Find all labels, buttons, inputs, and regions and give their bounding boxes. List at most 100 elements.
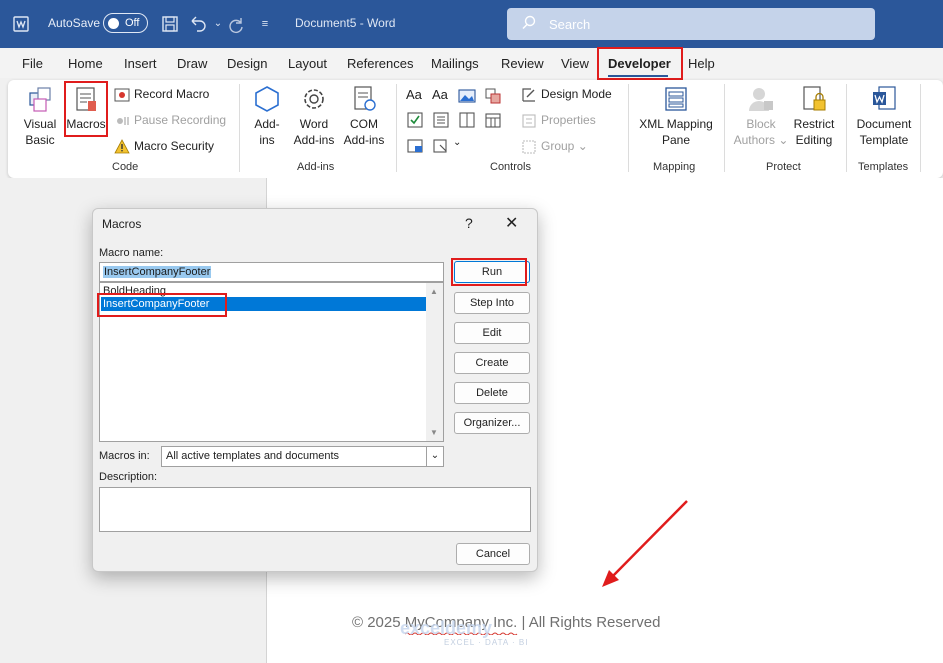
word-addins-label-2: Add-ins: [293, 133, 335, 147]
ribbon-separator: [396, 84, 397, 172]
ribbon-separator: [920, 84, 921, 172]
ribbon-separator: [628, 84, 629, 172]
protect-group-label: Protect: [766, 161, 801, 173]
document-template-button[interactable]: Document Template: [851, 84, 917, 148]
controls-group-label: Controls: [490, 161, 531, 173]
pause-icon: [117, 117, 129, 125]
addins-icon: [255, 86, 279, 112]
addins-label-1: Add-: [254, 117, 280, 131]
tab-layout[interactable]: Layout: [288, 56, 327, 71]
block-authors-button[interactable]: Block Authors ⌄: [730, 84, 792, 148]
tab-view[interactable]: View: [561, 56, 589, 71]
restrict-editing-button[interactable]: Restrict Editing: [788, 84, 840, 148]
dropdown-list-icon[interactable]: [458, 111, 476, 129]
autosave-toggle[interactable]: Off: [103, 13, 148, 33]
ribbon: Visual Basic Macros Record Macro Pause R…: [8, 80, 943, 178]
search-placeholder: Search: [549, 17, 591, 32]
step-into-button[interactable]: Step Into: [454, 292, 530, 314]
customize-toolbar-icon[interactable]: ≡: [255, 14, 275, 34]
date-picker-icon[interactable]: [484, 111, 502, 129]
group-dropdown-icon: ⌄: [574, 139, 588, 154]
scroll-down-icon[interactable]: ▼: [430, 428, 438, 437]
macro-name-label: Macro name:: [99, 247, 164, 259]
addins-group-label: Add-ins: [297, 161, 335, 173]
macro-security-label: Macro Security: [134, 139, 215, 154]
com-addins-label-2: Add-ins: [343, 133, 385, 147]
delete-button[interactable]: Delete: [454, 382, 530, 404]
visual-basic-label-2: Basic: [25, 133, 55, 147]
tab-review[interactable]: Review: [501, 56, 544, 71]
rich-text-control-icon[interactable]: Aa: [406, 87, 424, 105]
save-icon[interactable]: [160, 14, 180, 34]
pause-recording-button[interactable]: Pause Recording: [114, 113, 226, 129]
properties-icon: [522, 114, 536, 128]
undo-dropdown-icon[interactable]: ⌄: [208, 14, 228, 34]
document-footer-text[interactable]: © 2025 MyCompany Inc. | All Rights Reser…: [352, 614, 660, 631]
plain-text-control-icon[interactable]: Aa: [432, 87, 450, 105]
legacy-tools-dropdown-icon[interactable]: ⌄: [453, 137, 471, 155]
macro-security-button[interactable]: Macro Security: [114, 139, 214, 155]
gear-icon: [304, 89, 324, 109]
word-app-icon[interactable]: [12, 14, 32, 34]
com-addins-icon: [354, 86, 376, 111]
record-macro-button[interactable]: Record Macro: [114, 87, 209, 103]
help-icon[interactable]: ?: [465, 215, 473, 231]
tab-mailings[interactable]: Mailings: [431, 56, 479, 71]
word-addins-label-1: Word: [299, 117, 329, 131]
search-box[interactable]: Search: [507, 8, 875, 40]
warning-icon: [114, 139, 130, 154]
close-icon[interactable]: ✕: [505, 213, 518, 233]
tab-design[interactable]: Design: [227, 56, 267, 71]
addins-button[interactable]: Add- ins: [248, 84, 286, 148]
tab-insert[interactable]: Insert: [124, 56, 157, 71]
tab-help[interactable]: Help: [688, 56, 715, 71]
macro-name-input[interactable]: InsertCompanyFooter: [99, 262, 444, 282]
tab-draw[interactable]: Draw: [177, 56, 207, 71]
macros-in-select[interactable]: All active templates and documents ⌄: [161, 446, 444, 467]
combo-box-icon[interactable]: [432, 111, 450, 129]
scroll-up-icon[interactable]: ▲: [430, 287, 438, 296]
tab-file[interactable]: File: [22, 56, 43, 71]
repeating-section-icon[interactable]: [406, 137, 424, 155]
undo-icon[interactable]: [188, 14, 208, 34]
cancel-button[interactable]: Cancel: [456, 543, 530, 565]
word-addins-button[interactable]: Word Add-ins: [291, 84, 337, 148]
design-mode-label: Design Mode: [541, 87, 612, 102]
restrict-editing-label-2: Editing: [795, 133, 833, 147]
macro-name-value: InsertCompanyFooter: [103, 266, 212, 278]
picture-control-icon[interactable]: [458, 87, 476, 105]
checkbox-control-icon[interactable]: [406, 111, 424, 129]
visual-basic-button[interactable]: Visual Basic: [20, 84, 60, 148]
group-button[interactable]: Group ⌄: [521, 139, 588, 155]
properties-button[interactable]: Properties: [521, 113, 596, 129]
create-button[interactable]: Create: [454, 352, 530, 374]
toggle-knob: [108, 18, 119, 29]
com-addins-label-1: COM: [350, 117, 378, 131]
search-icon: [522, 15, 536, 30]
macros-highlight: [64, 81, 108, 137]
watermark-tagline: EXCEL · DATA · BI: [444, 638, 529, 647]
document-title: Document5 - Word: [295, 16, 396, 30]
redo-icon[interactable]: [226, 14, 246, 34]
tab-references[interactable]: References: [347, 56, 413, 71]
legacy-tools-icon[interactable]: [432, 137, 450, 155]
menu-bar: File Home Insert Draw Design Layout Refe…: [0, 48, 943, 78]
ribbon-separator: [846, 84, 847, 172]
tab-home[interactable]: Home: [68, 56, 103, 71]
edit-button[interactable]: Edit: [454, 322, 530, 344]
run-button-highlight: [451, 258, 527, 286]
list-scrollbar[interactable]: ▲ ▼: [426, 283, 443, 441]
visual-basic-icon: [29, 87, 51, 112]
xml-mapping-pane-button[interactable]: XML Mapping Pane: [636, 84, 716, 148]
xml-mapping-icon: [665, 87, 687, 111]
chevron-down-icon[interactable]: ⌄: [426, 447, 443, 466]
com-addins-button[interactable]: COM Add-ins: [341, 84, 387, 148]
organizer-button[interactable]: Organizer...: [454, 412, 530, 434]
design-mode-button[interactable]: Design Mode: [521, 87, 612, 103]
pause-recording-label: Pause Recording: [134, 113, 227, 128]
building-block-icon[interactable]: [484, 87, 502, 105]
macros-dialog: Macros ? ✕ Macro name: InsertCompanyFoot…: [92, 208, 538, 572]
autosave-label: AutoSave: [48, 16, 101, 30]
xml-mapping-label-1: XML Mapping: [639, 117, 713, 131]
macros-in-label: Macros in:: [99, 450, 150, 462]
